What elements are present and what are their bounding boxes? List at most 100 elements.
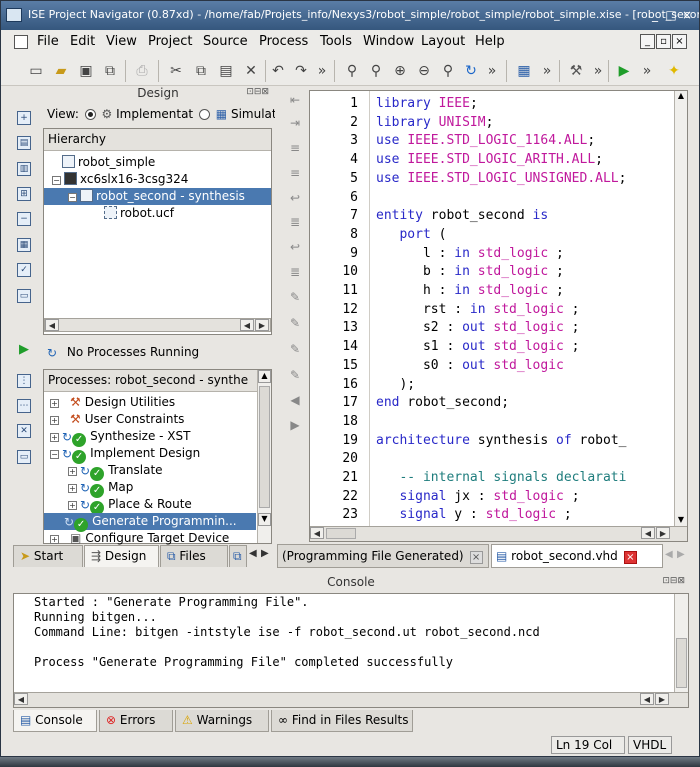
find-next-icon[interactable]: ⚲ [367,62,385,80]
overflow-icon[interactable]: » [638,62,656,80]
code-line[interactable]: 17 end robot_second; [310,393,680,412]
menu-tools[interactable]: Tools [320,34,352,49]
code-line[interactable]: 4 use IEEE.STD_LOGIC_ARITH.ALL; [310,150,680,169]
overflow-icon[interactable]: » [538,62,556,80]
minimize-button[interactable]: _ [647,7,663,23]
overflow-icon[interactable]: » [589,62,607,80]
code-line[interactable]: 3 use IEEE.STD_LOGIC_1164.ALL; [310,131,680,150]
tab-warnings[interactable]: ⚠ Warnings [175,710,269,732]
add-source-icon[interactable]: + [17,111,31,125]
panel-icon[interactable]: ▭ [17,289,31,303]
scroll-right-icon[interactable]: ▶ [255,319,269,331]
expand-icon[interactable]: + [50,433,59,442]
list-icon[interactable]: ≡ [287,141,303,157]
scroll-thumb[interactable] [676,638,687,688]
remove-source-icon[interactable]: − [17,212,31,226]
forward-icon[interactable]: ▶ [287,418,303,434]
implementation-radio[interactable] [84,109,96,120]
mdi-close-button[interactable]: × [672,34,687,49]
panel-controls-icon[interactable]: ⊡⊟⊠ [662,576,685,586]
scroll-left-icon[interactable]: ◀ [14,693,28,705]
code-line[interactable]: 23 signal y : std_logic ; [310,505,680,524]
processes-vscrollbar[interactable]: ▲ ▼ [257,370,271,543]
wrench-icon[interactable]: ⚒ [567,62,585,80]
code-area[interactable]: 1 library IEEE; 2 library UNISIM; 3 use IEEE.… [310,91,687,527]
run-icon[interactable]: ▶ [17,343,31,358]
code-line[interactable]: 18 [310,412,680,431]
menu-view[interactable]: View [106,34,137,49]
console-output[interactable]: Started : "Generate Programming File". R… [13,593,689,708]
code-line[interactable]: 8 port ( [310,225,680,244]
code-line[interactable]: 22 signal jx : std_logic ; [310,487,680,506]
template-icon[interactable]: ↩ [287,240,303,256]
run-icon[interactable]: ▶ [615,62,633,80]
tab-robot-second-vhd[interactable]: ▤ robot_second.vhd × [491,544,663,568]
insert-template-icon[interactable]: ≣ [287,265,303,281]
refresh-icon[interactable]: ↻ [462,62,480,80]
hierarchy-hscrollbar[interactable]: ◀ ◀ ▶ [44,318,271,332]
console-hscrollbar[interactable]: ◀ ◀ ▶ [14,692,688,707]
tab-scroll-left-icon[interactable]: ◀ [665,549,673,560]
code-line[interactable]: 19 architecture synthesis of robot_ [310,431,680,450]
expand-icon[interactable]: + [50,535,59,544]
process-icon[interactable]: ⋮ [17,374,31,388]
undo-icon[interactable]: ↶ [269,62,287,80]
code-line[interactable]: 13 s2 : out std_logic ; [310,318,680,337]
tab-scroll-left-icon[interactable]: ◀ [249,548,257,559]
save-icon[interactable]: ▣ [77,62,95,80]
document-icon[interactable] [14,35,28,49]
tab-errors[interactable]: ⊗ Errors [99,710,173,732]
scroll-left-icon[interactable]: ◀ [641,527,655,539]
code-line[interactable]: 11 h : in std_logic ; [310,281,680,300]
code-line[interactable]: 14 s1 : out std_logic ; [310,337,680,356]
open-folder-icon[interactable]: ▰ [52,62,70,80]
overflow-icon[interactable]: » [483,62,501,80]
cut-icon[interactable]: ✂ [167,62,185,80]
open-source-icon[interactable]: ▥ [17,162,31,176]
delete-icon[interactable]: ✕ [242,62,260,80]
tab-files[interactable]: ⧉ Files [160,545,228,567]
implementation-label[interactable]: Implementat [116,107,193,121]
process-prop-icon[interactable]: ⋯ [17,399,31,413]
tree-item-ucf[interactable]: robot.ucf [104,205,174,222]
process-generate-programming[interactable]: ↻ ✓ Generate Programmin... [44,513,256,532]
expand-icon[interactable]: + [50,416,59,425]
tab-start[interactable]: ➤ Start [13,545,83,567]
tree-item-project[interactable]: robot_simple [62,154,155,171]
new-file-icon[interactable]: ▭ [27,62,45,80]
close-tab-icon[interactable]: × [469,551,483,564]
expand-icon[interactable]: + [68,484,77,493]
code-line[interactable]: 15 s0 : out std_logic [310,356,680,375]
windows-icon[interactable]: ▦ [515,62,533,80]
scroll-left-icon[interactable]: ◀ [240,319,254,331]
tree-item-robot-second[interactable]: − robot_second - synthesis [44,188,271,205]
process-translate[interactable]: + ↻ ✓ Translate [68,462,163,481]
code-line[interactable]: 6 [310,188,680,207]
menu-source[interactable]: Source [203,34,248,49]
menu-window[interactable]: Window [363,34,414,49]
add-copy-icon[interactable]: ▤ [17,136,31,150]
tab-more[interactable]: ⧉ [229,545,247,567]
scroll-thumb[interactable] [326,528,356,539]
grid-icon[interactable]: ▦ [17,238,31,252]
code-line[interactable]: 21 -- internal signals declarati [310,468,680,487]
console-vscrollbar[interactable] [674,594,688,693]
process-panel-icon[interactable]: ▭ [17,450,31,464]
bookmark-prev-icon[interactable]: ✎ [287,342,303,358]
process-map[interactable]: + ↻ ✓ Map [68,479,133,498]
editor-vscrollbar[interactable]: ▲ ▼ [674,91,687,527]
uncomment-icon[interactable]: ≣ [287,215,303,231]
find-icon[interactable]: ⚲ [343,62,361,80]
code-line[interactable]: 2 library UNISIM; [310,113,680,132]
lightbulb-icon[interactable]: ✦ [665,62,683,80]
mdi-restore-button[interactable]: ▫ [656,34,671,49]
expand-icon[interactable]: + [50,399,59,408]
collapse-icon[interactable]: − [52,176,61,185]
scroll-right-icon[interactable]: ▶ [655,693,669,705]
maximize-button[interactable]: □ [663,7,679,23]
tab-scroll-right-icon[interactable]: ▶ [677,549,685,560]
close-button[interactable]: × [679,7,695,23]
code-line[interactable]: 5 use IEEE.STD_LOGIC_UNSIGNED.ALL; [310,169,680,188]
scroll-left-icon[interactable]: ◀ [640,693,654,705]
comment-icon[interactable]: ↩ [287,191,303,207]
